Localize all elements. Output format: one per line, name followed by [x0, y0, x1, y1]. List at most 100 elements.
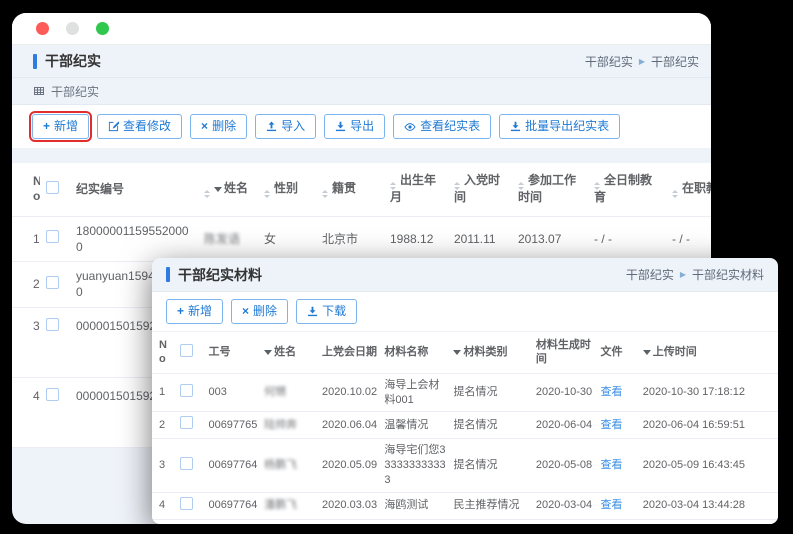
- col-no: No: [152, 332, 177, 373]
- import-button[interactable]: 导入: [255, 114, 316, 139]
- sort-caret-icon[interactable]: [594, 182, 600, 190]
- breadcrumb-item[interactable]: 干部纪实: [585, 53, 633, 70]
- close-button[interactable]: [36, 22, 49, 35]
- button-label: 导入: [281, 120, 305, 133]
- grid-icon: [33, 85, 45, 97]
- col-name[interactable]: 姓名: [198, 163, 258, 216]
- button-label: 批量导出纪实表: [525, 120, 609, 133]
- col-birth_date[interactable]: 出生年月: [384, 163, 448, 216]
- col-gender[interactable]: 性别: [258, 163, 316, 216]
- cell-no: 1: [152, 373, 177, 412]
- cell-job_no: 00697765: [205, 412, 261, 439]
- view-record-table-button[interactable]: 查看纪实表: [393, 114, 491, 139]
- col-select[interactable]: [177, 332, 206, 373]
- sort-caret-icon[interactable]: [322, 190, 328, 198]
- table-row: 1180000011595520000陈发语女北京市1988.122011.11…: [12, 216, 711, 261]
- minimize-button[interactable]: [66, 22, 79, 35]
- download-button[interactable]: 下载: [296, 299, 357, 324]
- col-fulltime_edu[interactable]: 全日制教育: [588, 163, 666, 216]
- add-button[interactable]: +新增: [32, 114, 89, 139]
- add-button[interactable]: +新增: [166, 299, 223, 324]
- row-checkbox[interactable]: [180, 457, 193, 470]
- row-checkbox[interactable]: [180, 416, 193, 429]
- window-controls: [36, 22, 109, 35]
- breadcrumb-arrow-icon: ▶: [680, 270, 686, 279]
- cell-no: 2: [152, 412, 177, 439]
- button-label: 查看修改: [123, 120, 171, 133]
- plus-icon: +: [43, 120, 50, 133]
- title-accent-bar: [33, 54, 37, 69]
- cell-file: 查看: [597, 373, 639, 412]
- row-checkbox[interactable]: [46, 276, 59, 289]
- col-meeting_date: 上党会日期: [319, 332, 381, 373]
- filter-icon[interactable]: [643, 350, 651, 355]
- col-upload_time[interactable]: 上传时间: [640, 332, 778, 373]
- filter-icon[interactable]: [264, 350, 272, 355]
- view-link[interactable]: 查看: [600, 386, 622, 398]
- sort-caret-icon[interactable]: [454, 182, 460, 190]
- maximize-button[interactable]: [96, 22, 109, 35]
- sort-caret-icon[interactable]: [518, 182, 524, 190]
- button-label: 下载: [322, 305, 346, 318]
- sort-caret-icon[interactable]: [264, 190, 270, 198]
- delete-button[interactable]: ×删除: [231, 299, 288, 324]
- cell-material_time: 2020-10-30: [533, 373, 598, 412]
- cell-party_time: 2011.11: [448, 216, 512, 261]
- col-material_type[interactable]: 材料类别: [450, 332, 532, 373]
- cell-no: 4: [152, 492, 177, 519]
- column-label: 参加工作时间: [518, 173, 576, 204]
- column-label: No: [159, 339, 167, 365]
- sort-caret-icon[interactable]: [204, 190, 210, 198]
- column-label: 性别: [274, 181, 298, 195]
- column-label: 上党会日期: [322, 346, 377, 358]
- col-select[interactable]: [40, 163, 70, 216]
- breadcrumb-item[interactable]: 干部纪实: [651, 53, 699, 70]
- x-icon: ×: [242, 305, 249, 318]
- batch-export-record-table-button[interactable]: 批量导出纪实表: [499, 114, 620, 139]
- breadcrumb-item[interactable]: 干部纪实材料: [692, 266, 764, 283]
- plus-icon: +: [177, 305, 184, 318]
- delete-button[interactable]: ×删除: [190, 114, 247, 139]
- cell-material_time: 2020-03-04: [533, 492, 598, 519]
- column-label: 材料类别: [463, 346, 507, 358]
- button-label: 导出: [350, 120, 374, 133]
- view-edit-button[interactable]: 查看修改: [97, 114, 182, 139]
- cell-material_name: 温馨情况: [381, 412, 450, 439]
- front-panel: 干部纪实材料 干部纪实 ▶ 干部纪实材料 +新增×删除下载 No工号姓名上党会日…: [152, 258, 778, 524]
- col-party_time[interactable]: 入党时间: [448, 163, 512, 216]
- col-work_time[interactable]: 参加工作时间: [512, 163, 588, 216]
- col-onjob_edu[interactable]: 在职教育: [666, 163, 711, 216]
- row-checkbox[interactable]: [180, 497, 193, 510]
- table-row: 200697765陆帅奔2020.06.04温馨情况提名情况2020-06-04…: [152, 412, 778, 439]
- export-button[interactable]: 导出: [324, 114, 385, 139]
- row-checkbox[interactable]: [46, 388, 59, 401]
- cell-no: 2: [12, 262, 40, 307]
- cell-select: [40, 377, 70, 447]
- spacer: [12, 149, 711, 163]
- filter-icon[interactable]: [453, 350, 461, 355]
- select-all-checkbox[interactable]: [46, 181, 59, 194]
- breadcrumb-item[interactable]: 干部纪实: [626, 266, 674, 283]
- cell-file: 查看: [597, 412, 639, 439]
- sort-caret-icon[interactable]: [672, 190, 678, 198]
- title-accent-bar: [166, 267, 170, 282]
- back-toolbar: +新增 查看修改 ×删除 导入 导出 查看纪实表 批量导出纪实表: [12, 105, 711, 149]
- filter-icon[interactable]: [214, 187, 222, 192]
- row-checkbox[interactable]: [46, 230, 59, 243]
- select-all-checkbox[interactable]: [180, 344, 193, 357]
- col-native_place[interactable]: 籍贯: [316, 163, 384, 216]
- cell-upload_time: 2020-05-09 16:43:45: [640, 439, 778, 493]
- row-checkbox[interactable]: [180, 384, 193, 397]
- row-checkbox[interactable]: [46, 318, 59, 331]
- cell-birth_date: 1988.12: [384, 216, 448, 261]
- cell-name: 赵碧岭: [261, 519, 319, 524]
- col-name[interactable]: 姓名: [261, 332, 319, 373]
- view-link[interactable]: 查看: [600, 459, 622, 471]
- view-link[interactable]: 查看: [600, 419, 622, 431]
- sort-caret-icon[interactable]: [390, 182, 396, 190]
- cell-no: 5: [152, 519, 177, 524]
- column-label: 上传时间: [653, 346, 697, 358]
- cell-upload_time: 2020-03-04 13:44:28: [640, 492, 778, 519]
- col-material_name: 材料名称: [381, 332, 450, 373]
- view-link[interactable]: 查看: [600, 499, 622, 511]
